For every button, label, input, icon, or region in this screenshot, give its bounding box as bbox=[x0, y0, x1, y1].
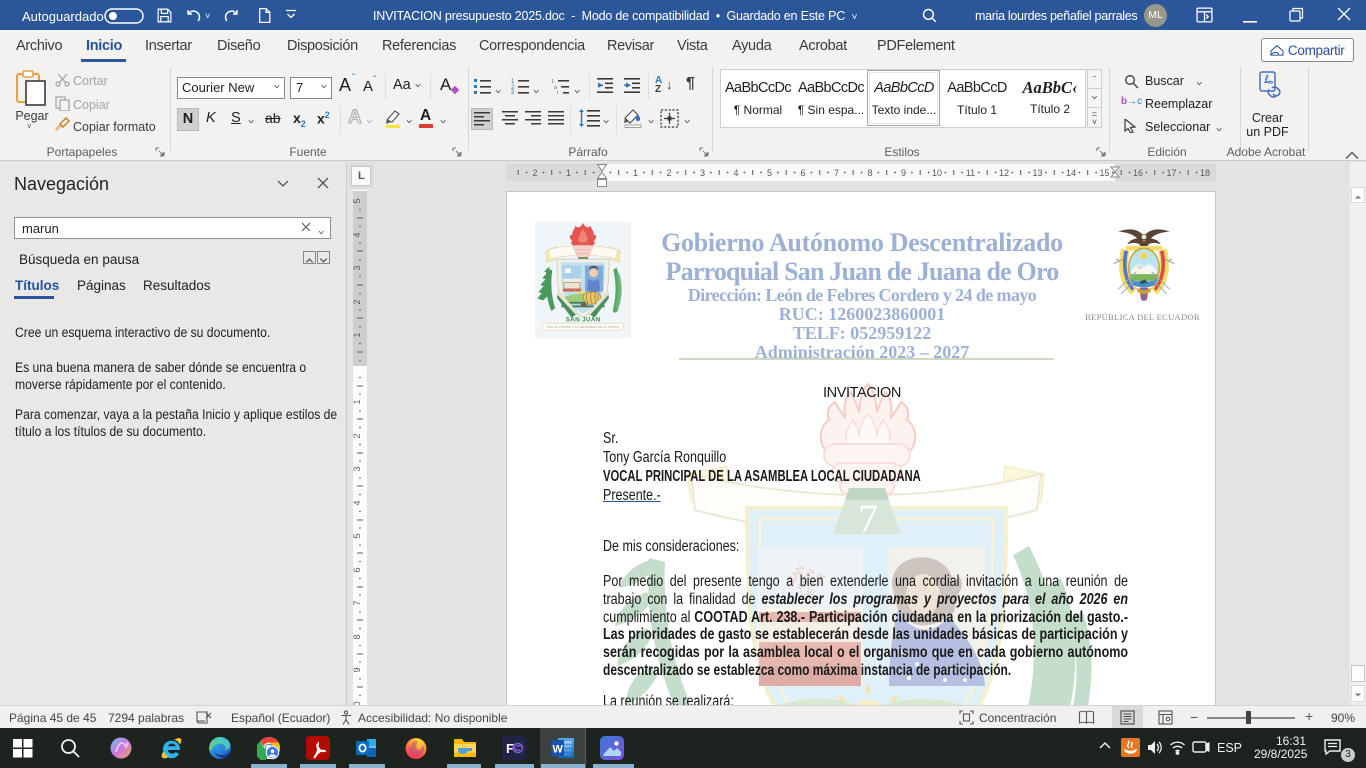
svg-text:17: 17 bbox=[1166, 168, 1176, 178]
svg-text:2: 2 bbox=[353, 299, 362, 304]
svg-text:4: 4 bbox=[353, 500, 362, 505]
svg-text:4: 4 bbox=[733, 168, 738, 178]
svg-text:6: 6 bbox=[800, 168, 805, 178]
svg-text:1: 1 bbox=[353, 399, 362, 404]
svg-text:3: 3 bbox=[511, 90, 515, 94]
svg-text:14: 14 bbox=[1066, 168, 1076, 178]
svg-text:5: 5 bbox=[353, 198, 362, 203]
svg-text:15: 15 bbox=[1099, 168, 1109, 178]
svg-text:9: 9 bbox=[353, 667, 362, 672]
svg-text:13: 13 bbox=[1032, 168, 1042, 178]
svg-text:1: 1 bbox=[566, 168, 571, 178]
svg-text:4: 4 bbox=[353, 232, 362, 237]
svg-text:8: 8 bbox=[353, 634, 362, 639]
svg-text:2: 2 bbox=[353, 433, 362, 438]
svg-text:5: 5 bbox=[767, 168, 772, 178]
svg-text:18: 18 bbox=[1200, 168, 1210, 178]
svg-text:16: 16 bbox=[1133, 168, 1143, 178]
svg-text:W: W bbox=[553, 744, 564, 756]
svg-text:6: 6 bbox=[353, 567, 362, 572]
svg-text:7: 7 bbox=[353, 600, 362, 605]
svg-text:7: 7 bbox=[834, 168, 839, 178]
svg-text:3: 3 bbox=[353, 466, 362, 471]
svg-text:9: 9 bbox=[901, 168, 906, 178]
svg-text:1: 1 bbox=[353, 332, 362, 337]
svg-text:10: 10 bbox=[932, 168, 942, 178]
svg-text:i: i bbox=[557, 90, 558, 94]
svg-text:3: 3 bbox=[700, 168, 705, 178]
svg-text:1: 1 bbox=[633, 168, 638, 178]
svg-text:8: 8 bbox=[867, 168, 872, 178]
svg-text:5: 5 bbox=[353, 533, 362, 538]
svg-text:2: 2 bbox=[532, 168, 537, 178]
svg-text:12: 12 bbox=[999, 168, 1009, 178]
svg-text:3: 3 bbox=[353, 265, 362, 270]
svg-text:11: 11 bbox=[966, 168, 975, 178]
svg-text:2: 2 bbox=[666, 168, 671, 178]
